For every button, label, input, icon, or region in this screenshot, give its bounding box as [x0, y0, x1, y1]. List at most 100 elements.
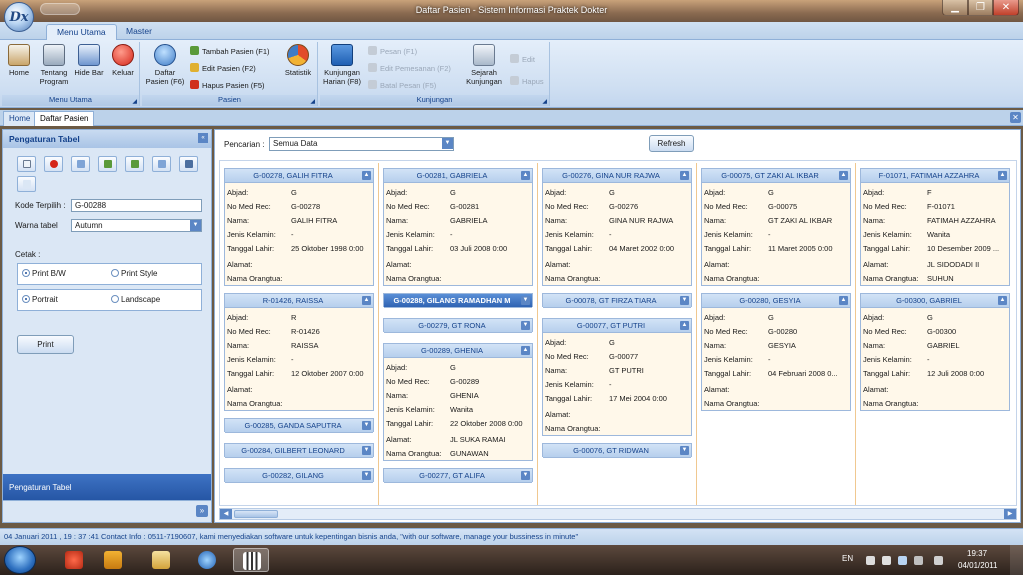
- collapse-card-icon[interactable]: ▲: [680, 171, 689, 180]
- patient-card[interactable]: G-00276, GINA NUR RAJWA ▲ Abjad: G No Med Re…: [542, 168, 692, 286]
- edit-pasien-button[interactable]: Edit Pasien (F2): [190, 63, 256, 75]
- taskbar-app-player[interactable]: [95, 548, 131, 572]
- patient-card[interactable]: G-00279, GT RONA ▼: [383, 318, 533, 333]
- scroll-right-icon[interactable]: ▶: [1004, 509, 1016, 519]
- scroll-left-icon[interactable]: ◀: [220, 509, 232, 519]
- expand-card-icon[interactable]: ▼: [521, 471, 530, 480]
- battery-icon[interactable]: [914, 556, 923, 565]
- show-hidden-icon[interactable]: [866, 556, 875, 565]
- collapse-card-icon[interactable]: ▲: [839, 171, 848, 180]
- patient-card[interactable]: G-00289, GHENIA ▲ Abjad: G No Med Rec: G-0028…: [383, 343, 533, 461]
- refresh-button[interactable]: Refresh: [649, 135, 694, 152]
- patient-card[interactable]: F-01071, FATIMAH AZZAHRA ▲ Abjad: F No Med R…: [860, 168, 1010, 286]
- taskbar-app-browser[interactable]: [189, 548, 225, 572]
- patient-card[interactable]: G-00288, GILANG RAMADHAN M ▼: [383, 293, 533, 308]
- expand-card-icon[interactable]: ▼: [680, 296, 689, 305]
- expand-card-icon[interactable]: ▼: [362, 421, 371, 430]
- volume-icon[interactable]: [934, 556, 943, 565]
- tentang-program-button[interactable]: Tentang Program: [34, 44, 74, 86]
- home-button[interactable]: Home: [6, 44, 32, 77]
- scroll-thumb[interactable]: [234, 510, 278, 518]
- patient-card[interactable]: G-00076, GT RIDWAN ▼: [542, 443, 692, 458]
- tab-menu-utama[interactable]: Menu Utama: [46, 24, 117, 40]
- collapse-card-icon[interactable]: ▲: [362, 296, 371, 305]
- taskbar-app-explorer[interactable]: [143, 548, 179, 572]
- print-style-radio[interactable]: Print Style: [111, 269, 157, 278]
- patient-card[interactable]: G-00078, GT FIRZA TIARA ▼: [542, 293, 692, 308]
- collapse-card-icon[interactable]: ▲: [998, 296, 1007, 305]
- start-button[interactable]: [4, 546, 36, 574]
- patient-card[interactable]: G-00281, GABRIELA ▲ Abjad: G No Med Rec: G-00…: [383, 168, 533, 286]
- patient-card-title[interactable]: G-00288, GILANG RAMADHAN M: [384, 294, 532, 308]
- patient-card-title[interactable]: G-00280, GESYIA: [702, 294, 850, 308]
- patient-card-title[interactable]: R-01426, RAISSA: [225, 294, 373, 308]
- patient-card-title[interactable]: G-00281, GABRIELA: [384, 169, 532, 183]
- collapse-all-icon[interactable]: [125, 156, 144, 172]
- statistik-button[interactable]: Statistik: [282, 44, 314, 77]
- patient-card[interactable]: G-00285, GANDA SAPUTRA ▼: [224, 418, 374, 433]
- stop-icon[interactable]: [44, 156, 63, 172]
- expand-card-icon[interactable]: ▼: [362, 471, 371, 480]
- patient-card-title[interactable]: G-00076, GT RIDWAN: [543, 444, 691, 458]
- patient-card-title[interactable]: F-01071, FATIMAH AZZAHRA: [861, 169, 1009, 183]
- patient-card-title[interactable]: G-00276, GINA NUR RAJWA: [543, 169, 691, 183]
- expand-all-icon[interactable]: [98, 156, 117, 172]
- batal-pesan-button[interactable]: Batal Pesan (F5): [368, 80, 436, 92]
- print-button[interactable]: Print: [17, 335, 74, 354]
- new-page-icon[interactable]: [17, 156, 36, 172]
- close-tab-icon[interactable]: ✕: [1010, 112, 1021, 123]
- network-icon[interactable]: [898, 556, 907, 565]
- patient-card[interactable]: G-00277, GT ALIFA ▼: [383, 468, 533, 483]
- keluar-button[interactable]: Keluar: [108, 44, 138, 77]
- clock-date[interactable]: 04/01/2011: [958, 561, 997, 570]
- kunjungan-harian-button[interactable]: Kunjungan Harian (F8): [320, 44, 364, 86]
- window-view-icon[interactable]: [152, 156, 171, 172]
- patient-card[interactable]: G-00278, GALIH FITRA ▲ Abjad: G No Med Rec: G…: [224, 168, 374, 286]
- chevron-down-icon[interactable]: ▼: [442, 138, 453, 149]
- tambah-pasien-button[interactable]: Tambah Pasien (F1): [190, 46, 270, 58]
- patient-card-title[interactable]: G-00289, GHENIA: [384, 344, 532, 358]
- patient-card[interactable]: G-00300, GABRIEL ▲ Abjad: G No Med Rec: G-003…: [860, 293, 1010, 411]
- close-window-button[interactable]: ✕: [993, 0, 1019, 16]
- patient-card-title[interactable]: G-00284, GILBERT LEONARD: [225, 444, 373, 458]
- dialog-launcher-icon[interactable]: ◢: [310, 98, 315, 105]
- expand-icon[interactable]: »: [196, 505, 208, 517]
- dialog-launcher-icon[interactable]: ◢: [132, 98, 137, 105]
- collapse-card-icon[interactable]: ▲: [839, 296, 848, 305]
- landscape-radio[interactable]: Landscape: [111, 295, 160, 304]
- patient-card[interactable]: G-00284, GILBERT LEONARD ▼: [224, 443, 374, 458]
- chevron-down-icon[interactable]: ▼: [190, 220, 201, 231]
- list-view-icon[interactable]: [179, 156, 198, 172]
- card-view-icon[interactable]: [71, 156, 90, 172]
- patient-card-title[interactable]: G-00282, GILANG: [225, 469, 373, 483]
- patient-card[interactable]: G-00280, GESYIA ▲ Abjad: G No Med Rec: G-0028…: [701, 293, 851, 411]
- collapse-card-icon[interactable]: ▲: [998, 171, 1007, 180]
- search-select[interactable]: Semua Data ▼: [269, 137, 454, 151]
- expand-card-icon[interactable]: ▼: [521, 321, 530, 330]
- tab-master[interactable]: Master: [116, 24, 162, 40]
- hide-bar-button[interactable]: Hide Bar: [72, 44, 106, 77]
- patient-card[interactable]: G-00077, GT PUTRI ▲ Abjad: G No Med Rec: G-00…: [542, 318, 692, 436]
- warna-tabel-select[interactable]: Autumn ▼: [71, 219, 202, 232]
- expand-card-icon[interactable]: ▼: [362, 446, 371, 455]
- kode-terpilih-input[interactable]: G-00288: [71, 199, 202, 212]
- portrait-radio[interactable]: Portrait: [22, 295, 58, 304]
- patient-card[interactable]: R-01426, RAISSA ▲ Abjad: R No Med Rec: R-0142…: [224, 293, 374, 411]
- print-bw-radio[interactable]: Print B/W: [22, 269, 66, 278]
- daftar-pasien-button[interactable]: Daftar Pasien (F6): [144, 44, 186, 86]
- collapse-card-icon[interactable]: ▲: [680, 321, 689, 330]
- show-desktop-button[interactable]: [1010, 545, 1023, 575]
- clock-time[interactable]: 19:37: [967, 549, 987, 558]
- patient-card-title[interactable]: G-00075, GT ZAKI AL IKBAR: [702, 169, 850, 183]
- panel-footer-tab[interactable]: Pengaturan Tabel: [3, 474, 211, 500]
- edit-kunjungan-button[interactable]: Edit: [510, 54, 535, 66]
- minimize-button[interactable]: ▁: [942, 0, 968, 16]
- patient-card-title[interactable]: G-00285, GANDA SAPUTRA: [225, 419, 373, 433]
- patient-card-title[interactable]: G-00279, GT RONA: [384, 319, 532, 333]
- patient-card-title[interactable]: G-00078, GT FIRZA TIARA: [543, 294, 691, 308]
- collapse-card-icon[interactable]: ▲: [362, 171, 371, 180]
- patient-card-title[interactable]: G-00278, GALIH FITRA: [225, 169, 373, 183]
- app-orb-logo[interactable]: Dx: [4, 2, 34, 32]
- collapse-card-icon[interactable]: ▲: [521, 171, 530, 180]
- doc-tab-home[interactable]: Home: [3, 111, 37, 126]
